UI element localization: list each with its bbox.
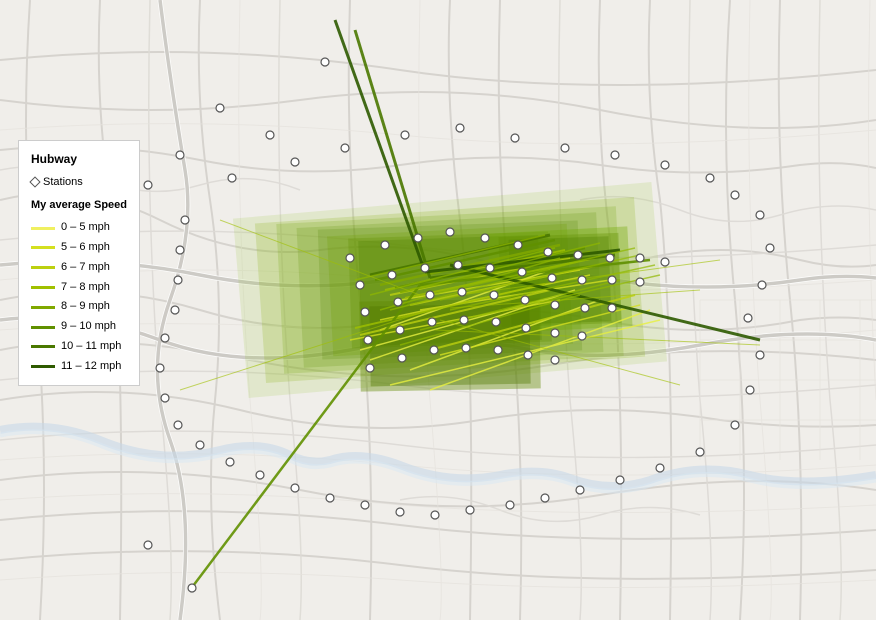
legend-item-label: 10 – 11 mph	[61, 337, 121, 357]
legend-item-label: 5 – 6 mph	[61, 238, 110, 258]
legend-line-color	[31, 345, 55, 348]
legend-item-label: 0 – 5 mph	[61, 218, 110, 238]
legend-item: 8 – 9 mph	[31, 297, 127, 317]
legend-item-label: 11 – 12 mph	[61, 357, 121, 377]
legend-subtitle: Stations	[31, 173, 127, 193]
legend-line-color	[31, 227, 55, 230]
legend-line-color	[31, 286, 55, 289]
legend-item-label: 9 – 10 mph	[61, 317, 116, 337]
legend-item-label: 7 – 8 mph	[61, 278, 110, 298]
legend: Hubway Stations My average Speed 0 – 5 m…	[18, 140, 140, 386]
legend-item: 7 – 8 mph	[31, 278, 127, 298]
legend-item: 5 – 6 mph	[31, 238, 127, 258]
legend-line-color	[31, 326, 55, 329]
legend-item-label: 6 – 7 mph	[61, 258, 110, 278]
legend-item: 9 – 10 mph	[31, 317, 127, 337]
legend-item: 10 – 11 mph	[31, 337, 127, 357]
legend-line-color	[31, 266, 55, 269]
legend-item-label: 8 – 9 mph	[61, 297, 110, 317]
legend-items: 0 – 5 mph 5 – 6 mph 6 – 7 mph 7 – 8 mph …	[31, 218, 127, 376]
legend-line-color	[31, 365, 55, 368]
legend-line-color	[31, 246, 55, 249]
legend-item: 0 – 5 mph	[31, 218, 127, 238]
legend-line-color	[31, 306, 55, 309]
legend-speed-title: My average Speed	[31, 196, 127, 216]
legend-item: 11 – 12 mph	[31, 357, 127, 377]
legend-item: 6 – 7 mph	[31, 258, 127, 278]
map-container: Hubway Stations My average Speed 0 – 5 m…	[0, 0, 876, 620]
legend-title: Hubway	[31, 149, 127, 171]
station-icon	[29, 177, 40, 188]
